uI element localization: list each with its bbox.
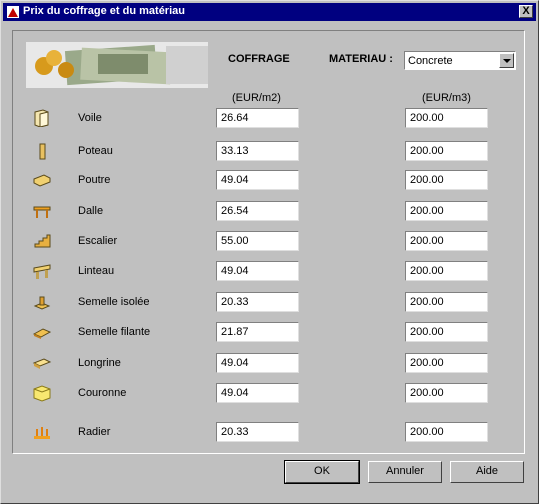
lintel-icon xyxy=(33,264,51,279)
materiau-price-input[interactable]: 200.00 xyxy=(405,261,488,281)
materiau-label: MATERIAU : xyxy=(329,53,393,65)
coffrage-price-input[interactable]: 49.04 xyxy=(216,353,299,373)
materiau-price-input[interactable]: 200.00 xyxy=(405,322,488,342)
materiau-price-input[interactable]: 200.00 xyxy=(405,383,488,403)
coffrage-price-value: 20.33 xyxy=(221,296,249,308)
row-label: Dalle xyxy=(78,205,104,217)
materiau-price-value: 200.00 xyxy=(410,387,444,399)
row-label: Semelle filante xyxy=(78,326,151,338)
chevron-down-icon[interactable] xyxy=(499,53,514,68)
materiau-price-value: 200.00 xyxy=(410,265,444,277)
title-bar[interactable]: Prix du coffrage et du matériau X xyxy=(3,3,536,21)
coffrage-price-input[interactable]: 26.64 xyxy=(216,108,299,128)
table-row: Semelle isolée 20.33 200.00 xyxy=(0,292,539,312)
cancel-button[interactable]: Annuler xyxy=(368,461,442,483)
money-banner-image xyxy=(26,42,208,88)
coffrage-price-input[interactable]: 33.13 xyxy=(216,141,299,161)
row-label: Radier xyxy=(78,426,111,438)
table-row: Dalle 26.54 200.00 xyxy=(0,201,539,221)
row-label: Poteau xyxy=(78,145,113,157)
crown-beam-icon xyxy=(33,385,51,402)
window-title: Prix du coffrage et du matériau xyxy=(23,5,185,17)
materiau-price-value: 200.00 xyxy=(410,426,444,438)
materiau-select-value: Concrete xyxy=(408,55,453,67)
coffrage-unit-label: (EUR/m2) xyxy=(232,92,281,104)
coffrage-price-value: 33.13 xyxy=(221,145,249,157)
app-icon xyxy=(7,6,19,18)
materiau-price-value: 200.00 xyxy=(410,112,444,124)
ok-button[interactable]: OK xyxy=(284,460,360,484)
table-row: Poteau 33.13 200.00 xyxy=(0,141,539,161)
materiau-price-input[interactable]: 200.00 xyxy=(405,231,488,251)
coffrage-price-input[interactable]: 49.04 xyxy=(216,383,299,403)
materiau-price-input[interactable]: 200.00 xyxy=(405,292,488,312)
materiau-price-value: 200.00 xyxy=(410,174,444,186)
materiau-price-value: 200.00 xyxy=(410,296,444,308)
row-label: Poutre xyxy=(78,174,111,186)
table-row: Poutre 49.04 200.00 xyxy=(0,170,539,190)
stairs-icon xyxy=(34,234,51,248)
isolated-footing-icon xyxy=(33,296,51,310)
materiau-price-input[interactable]: 200.00 xyxy=(405,141,488,161)
coffrage-price-value: 20.33 xyxy=(221,426,249,438)
coffrage-price-input[interactable]: 49.04 xyxy=(216,170,299,190)
row-label: Escalier xyxy=(78,235,118,247)
coffrage-price-value: 49.04 xyxy=(221,387,249,399)
help-button[interactable]: Aide xyxy=(450,461,524,483)
ground-beam-icon xyxy=(32,358,52,369)
wall-icon xyxy=(34,109,49,127)
row-label: Voile xyxy=(78,112,102,124)
coffrage-price-value: 21.87 xyxy=(221,326,249,338)
materiau-price-input[interactable]: 200.00 xyxy=(405,108,488,128)
materiau-price-value: 200.00 xyxy=(410,205,444,217)
coffrage-price-value: 55.00 xyxy=(221,235,249,247)
coffrage-price-value: 26.64 xyxy=(221,112,249,124)
coffrage-price-input[interactable]: 26.54 xyxy=(216,201,299,221)
materiau-price-value: 200.00 xyxy=(410,357,444,369)
row-label: Linteau xyxy=(78,265,115,277)
table-row: Longrine 49.04 200.00 xyxy=(0,353,539,373)
row-label: Couronne xyxy=(78,387,127,399)
materiau-price-input[interactable]: 200.00 xyxy=(405,201,488,221)
row-label: Longrine xyxy=(78,357,121,369)
materiau-price-value: 200.00 xyxy=(410,145,444,157)
coffrage-price-value: 26.54 xyxy=(221,205,249,217)
column-icon xyxy=(39,143,46,160)
materiau-price-value: 200.00 xyxy=(410,235,444,247)
close-button[interactable]: X xyxy=(519,5,533,18)
strip-footing-icon xyxy=(32,328,52,339)
row-label: Semelle isolée xyxy=(78,296,150,308)
coffrage-price-input[interactable]: 21.87 xyxy=(216,322,299,342)
coffrage-price-value: 49.04 xyxy=(221,174,249,186)
coffrage-price-input[interactable]: 20.33 xyxy=(216,292,299,312)
slab-icon xyxy=(33,206,51,218)
materiau-price-input[interactable]: 200.00 xyxy=(405,353,488,373)
coffrage-price-input[interactable]: 20.33 xyxy=(216,422,299,442)
coffrage-price-value: 49.04 xyxy=(221,357,249,369)
coffrage-header: COFFRAGE xyxy=(228,53,290,65)
table-row: Semelle filante 21.87 200.00 xyxy=(0,322,539,342)
materiau-select[interactable]: Concrete xyxy=(404,51,516,70)
table-row: Radier 20.33 200.00 xyxy=(0,422,539,442)
table-row: Couronne 49.04 200.00 xyxy=(0,383,539,403)
materiau-price-value: 200.00 xyxy=(410,326,444,338)
coffrage-price-input[interactable]: 49.04 xyxy=(216,261,299,281)
materiau-price-input[interactable]: 200.00 xyxy=(405,170,488,190)
coffrage-price-value: 49.04 xyxy=(221,265,249,277)
table-row: Voile 26.64 200.00 xyxy=(0,108,539,128)
coffrage-price-input[interactable]: 55.00 xyxy=(216,231,299,251)
raft-icon xyxy=(34,427,50,439)
table-row: Linteau 49.04 200.00 xyxy=(0,261,539,281)
table-row: Escalier 55.00 200.00 xyxy=(0,231,539,251)
materiau-price-input[interactable]: 200.00 xyxy=(405,422,488,442)
close-icon: X xyxy=(522,5,530,17)
materiau-unit-label: (EUR/m3) xyxy=(422,92,471,104)
beam-icon xyxy=(33,174,51,187)
